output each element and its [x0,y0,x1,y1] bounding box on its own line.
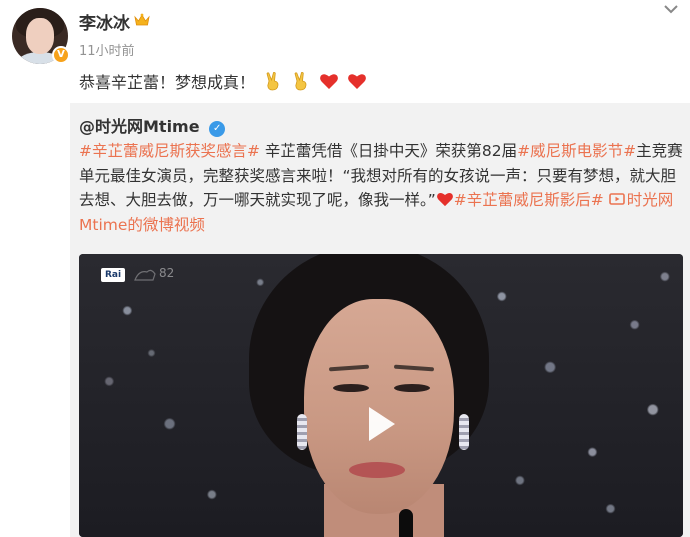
crown-icon[interactable] [134,12,150,28]
red-heart-emoji [320,74,339,89]
victory-hand-emoji [266,71,279,91]
red-heart-emoji [436,192,453,207]
post-text: 恭喜辛芷蕾！梦想成真！ [79,69,367,95]
microphone [399,509,413,537]
topic-link[interactable]: #辛芷蕾威尼斯影后# [454,191,604,209]
video-frame-person [249,254,509,537]
video-link-icon [608,193,625,205]
repost-author[interactable]: @时光网Mtime ✓ [79,113,226,137]
video-player[interactable]: Rai 82 [79,254,683,537]
repost-author-name[interactable]: @时光网Mtime [79,117,200,136]
username[interactable]: 李冰冰 [79,9,130,34]
post-header: V 李冰冰 11小时前 恭喜辛芷蕾！梦想成真！ [0,0,690,102]
verified-blue-icon: ✓ [209,121,226,137]
festival-edition: 82 [159,266,175,280]
timestamp[interactable]: 11小时前 [79,40,135,59]
victory-hand-emoji [294,71,307,91]
chevron-down-icon[interactable] [662,2,680,16]
topic-link[interactable]: #辛芷蕾威尼斯获奖感言# [79,142,260,160]
repost-text: 辛芷蕾凭借《日掛中天》荣获第82届 [259,142,518,160]
post-text-content: 恭喜辛芷蕾！梦想成真！ [79,73,256,92]
red-heart-emoji [348,74,367,89]
repost-body: #辛芷蕾威尼斯获奖感言# 辛芷蕾凭借《日掛中天》荣获第82届#威尼斯电影节#主竞… [79,139,684,237]
topic-link[interactable]: #威尼斯电影节# [517,142,636,160]
rai-logo: Rai [101,268,125,282]
repost-card[interactable]: @时光网Mtime ✓ #辛芷蕾威尼斯获奖感言# 辛芷蕾凭借《日掛中天》荣获第8… [70,103,690,537]
verified-badge-icon: V [52,46,70,64]
play-icon[interactable] [360,404,400,444]
